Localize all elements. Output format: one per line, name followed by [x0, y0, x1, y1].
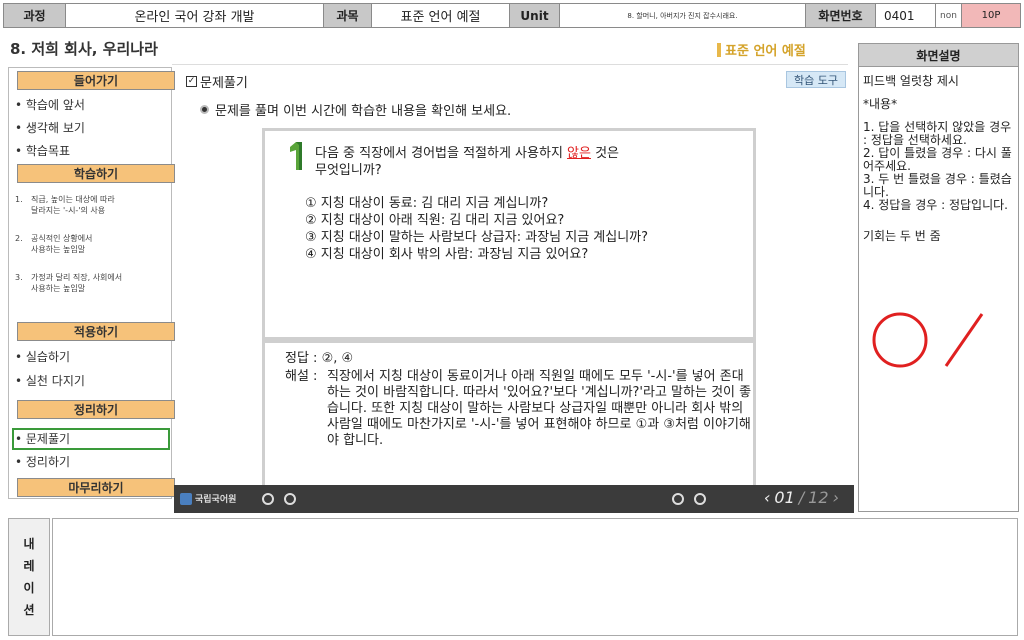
wrong-slash-icon: [944, 313, 984, 367]
narration-box[interactable]: [52, 518, 1018, 636]
option-3[interactable]: ③ 지칭 대상이 말하는 사람보다 상급자: 과장님 지금 계십니까?: [305, 229, 648, 246]
desc-chances: 기회는 두 번 줌: [863, 229, 941, 243]
explanation-label: 해설 :: [285, 369, 318, 384]
prev-page-icon[interactable]: ‹: [764, 488, 770, 507]
volume-icon[interactable]: [672, 493, 684, 505]
unit-key: Unit: [510, 4, 560, 27]
content-section-header: ✓ 문제풀기: [186, 72, 248, 91]
question-number-1-icon: [290, 142, 302, 170]
page-separator: /: [798, 488, 805, 507]
nav-item-reinforce[interactable]: • 실천 다지기: [15, 372, 85, 389]
title-divider: [172, 64, 848, 65]
desc-list-item-4: 4. 정답을 경우 : 정답입니다.: [863, 198, 1008, 212]
nav-study-num: 2.: [15, 234, 23, 243]
desc-feedback-list: 1. 답을 선택하지 않았을 경우 : 정답을 선택하세요. 2. 답이 틀렸을…: [863, 121, 1014, 212]
nav-section-apply[interactable]: 적용하기: [17, 322, 175, 341]
checkbox-icon: ✓: [186, 76, 197, 87]
course-key: 과정: [4, 4, 66, 27]
option-4[interactable]: ④ 지칭 대상이 회사 밖의 사람: 과장님 지금 있어요?: [305, 246, 648, 263]
player-bar: 국립국어원 ‹ 01 / 12 ›: [174, 485, 854, 513]
next-page-icon[interactable]: ›: [833, 488, 839, 507]
screen-value: 0401: [876, 4, 936, 27]
content-section-label: 문제풀기: [200, 76, 248, 91]
current-page: 01: [774, 488, 795, 507]
instruction-text: 문제를 풀며 이번 시간에 학습한 내용을 확인해 보세요.: [215, 104, 512, 119]
nav-item-practice[interactable]: • 실습하기: [15, 348, 70, 365]
nav-study-text: 공식적인 상황에서 사용하는 높임말: [31, 234, 93, 254]
answer-box: 정답 : ②, ④ 해설 : 직장에서 지칭 대상이 동료이거나 아래 직원일 …: [262, 340, 756, 495]
page-navigator: ‹ 01 / 12 ›: [764, 488, 839, 507]
desc-list-item-2: 2. 답이 틀렸을 경우 : 다시 풀어주세요.: [863, 146, 1012, 173]
course-tag-label: 표준 언어 예절: [725, 44, 806, 59]
explanation: 해설 : 직장에서 지칭 대상이 동료이거나 아래 직원일 때에도 모두 '-시…: [285, 369, 755, 449]
nav-section-study[interactable]: 학습하기: [17, 164, 175, 183]
nav-item-think[interactable]: • 생각해 보기: [15, 119, 85, 136]
subject-key: 과목: [324, 4, 372, 27]
screen-key: 화면번호: [806, 4, 876, 27]
narration-label-text: 내레이션: [23, 537, 35, 617]
nav-item-quiz[interactable]: • 문제풀기: [15, 430, 70, 447]
nav-item-before-study[interactable]: • 학습에 앞서: [15, 96, 85, 113]
nav-study-item-2[interactable]: 2. 공식적인 상황에서 사용하는 높임말: [15, 233, 92, 255]
question-negation: 않은: [567, 146, 591, 161]
desc-line-feedback: 피드백 얼럿창 제시: [863, 74, 959, 88]
desc-list-item-1: 1. 답을 선택하지 않았을 경우 : 정답을 선택하세요.: [863, 120, 1012, 147]
replay-icon[interactable]: [262, 493, 274, 505]
answer-line: 정답 : ②, ④: [285, 351, 353, 367]
question-text: 다음 중 직장에서 경어법을 적절하게 사용하지 않은 것은 무엇입니까?: [315, 145, 735, 179]
screen-description: 피드백 얼럿창 제시 *내용* 1. 답을 선택하지 않았을 경우 : 정답을 …: [858, 67, 1019, 512]
tag-bar-icon: [717, 42, 721, 57]
nav-study-item-3[interactable]: 3. 가정과 달리 직장, 사회에서 사용하는 높임말: [15, 272, 122, 294]
desc-line-content: *내용*: [863, 97, 898, 111]
correct-circle-icon: [872, 312, 928, 368]
nav-section-intro[interactable]: 들어가기: [17, 71, 175, 90]
bullet-icon: [200, 105, 209, 114]
option-2[interactable]: ② 지칭 대상이 아래 직원: 김 대리 지금 있어요?: [305, 212, 648, 229]
nav-study-num: 3.: [15, 273, 23, 282]
nav-study-text: 가정과 달리 직장, 사회에서 사용하는 높임말: [31, 273, 123, 293]
answer-value: ②, ④: [321, 351, 354, 366]
explanation-text: 직장에서 지칭 대상이 동료이거나 아래 직원일 때에도 모두 '-시-'를 넣…: [327, 369, 752, 448]
player-logo-text: 국립국어원: [195, 495, 237, 505]
nav-item-goals[interactable]: • 학습목표: [15, 142, 70, 159]
nav-section-summary[interactable]: 정리하기: [17, 400, 175, 419]
subject-value: 표준 언어 예절: [372, 4, 510, 27]
player-logo: 국립국어원: [180, 492, 236, 505]
nav-study-item-1[interactable]: 1. 직급, 높이는 대상에 따라 달라지는 '-시-'의 사용: [15, 194, 115, 216]
question-options: ① 지칭 대상이 동료: 김 대리 지금 계십니까? ② 지칭 대상이 아래 직…: [305, 195, 648, 263]
learning-tools-button[interactable]: 학습 도구: [786, 71, 846, 88]
question-box: 다음 중 직장에서 경어법을 적절하게 사용하지 않은 것은 무엇입니까? ① …: [262, 128, 756, 340]
page-badge: 10P: [962, 4, 1020, 27]
course-tag: 표준 언어 예절: [717, 40, 806, 59]
desc-list-item-3: 3. 두 번 틀렸을 경우 : 틀렸습니다.: [863, 172, 1012, 199]
lesson-title: 8. 저희 회사, 우리나라: [10, 40, 158, 58]
unit-value: 8. 할머니, 아버지가 진지 잡수시래요.: [560, 4, 806, 27]
screen-description-header: 화면설명: [858, 43, 1019, 67]
answer-label: 정답 :: [285, 351, 322, 366]
play-icon[interactable]: [284, 493, 296, 505]
narration-label: 내레이션: [8, 518, 50, 636]
non-label: non: [936, 4, 962, 27]
nav-study-num: 1.: [15, 195, 23, 204]
feedback-marks: [872, 312, 984, 368]
course-value: 온라인 국어 강좌 개발: [66, 4, 324, 27]
institute-logo-icon: [180, 492, 192, 505]
lesson-nav: 들어가기 • 학습에 앞서 • 생각해 보기 • 학습목표 학습하기 1. 직급…: [8, 67, 175, 499]
nav-item-review[interactable]: • 정리하기: [15, 453, 70, 470]
nav-study-text: 직급, 높이는 대상에 따라 달라지는 '-시-'의 사용: [31, 195, 115, 215]
instruction: 문제를 풀며 이번 시간에 학습한 내용을 확인해 보세요.: [200, 100, 511, 119]
nav-section-wrapup[interactable]: 마무리하기: [17, 478, 175, 497]
header-table: 과정 온라인 국어 강좌 개발 과목 표준 언어 예절 Unit 8. 할머니,…: [3, 3, 1021, 28]
total-pages: 12: [808, 488, 829, 507]
settings-icon[interactable]: [694, 493, 706, 505]
option-1[interactable]: ① 지칭 대상이 동료: 김 대리 지금 계십니까?: [305, 195, 648, 212]
question-text-before: 다음 중 직장에서 경어법을 적절하게 사용하지: [315, 146, 568, 161]
